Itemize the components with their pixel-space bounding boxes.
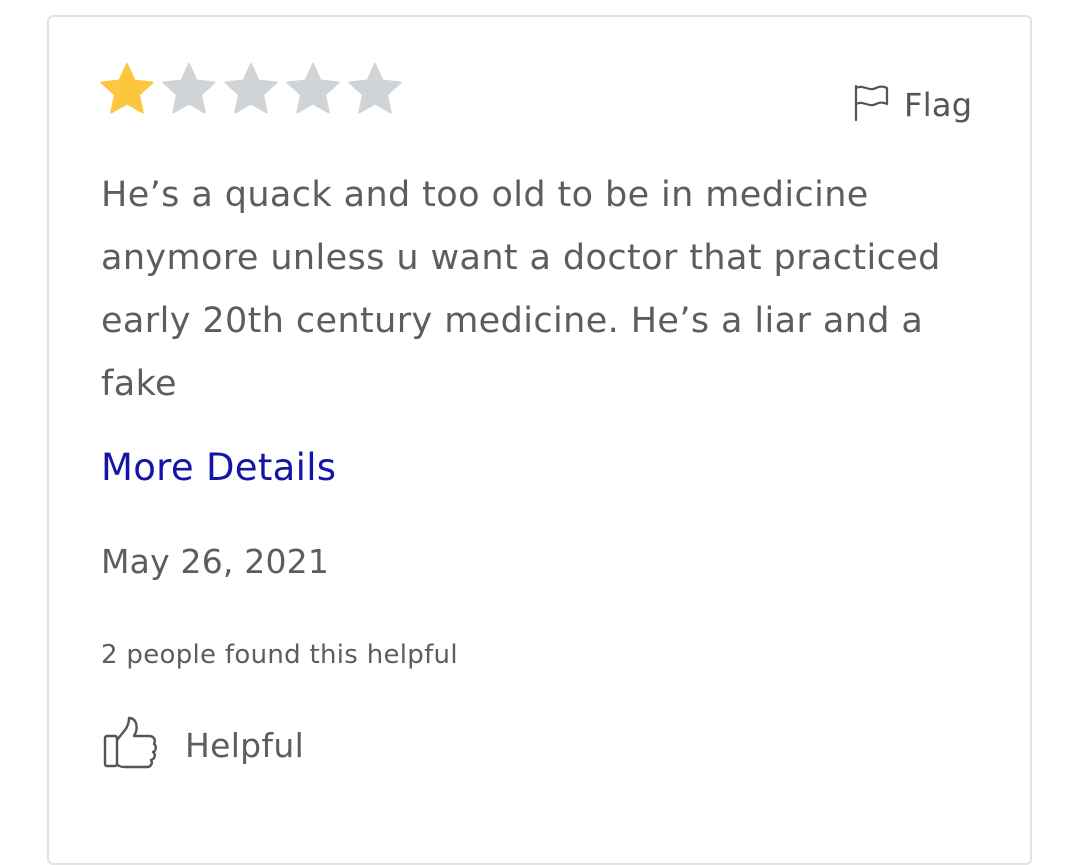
star-empty-icon	[220, 60, 282, 120]
star-empty-icon	[344, 60, 406, 120]
flag-icon	[852, 84, 890, 126]
thumbs-up-icon	[101, 714, 159, 776]
review-date: May 26, 2021	[101, 542, 330, 581]
helpful-label: Helpful	[185, 725, 305, 765]
helpful-count: 2 people found this helpful	[101, 640, 458, 670]
star-empty-icon	[282, 60, 344, 120]
star-filled-icon	[96, 60, 158, 120]
helpful-button[interactable]: Helpful	[101, 714, 304, 776]
flag-button[interactable]: Flag	[852, 84, 972, 126]
flag-label: Flag	[904, 86, 973, 124]
star-rating	[96, 60, 406, 120]
star-empty-icon	[158, 60, 220, 120]
review-text: He’s a quack and too old to be in medici…	[101, 175, 941, 404]
more-details-link[interactable]: More Details	[101, 446, 336, 489]
